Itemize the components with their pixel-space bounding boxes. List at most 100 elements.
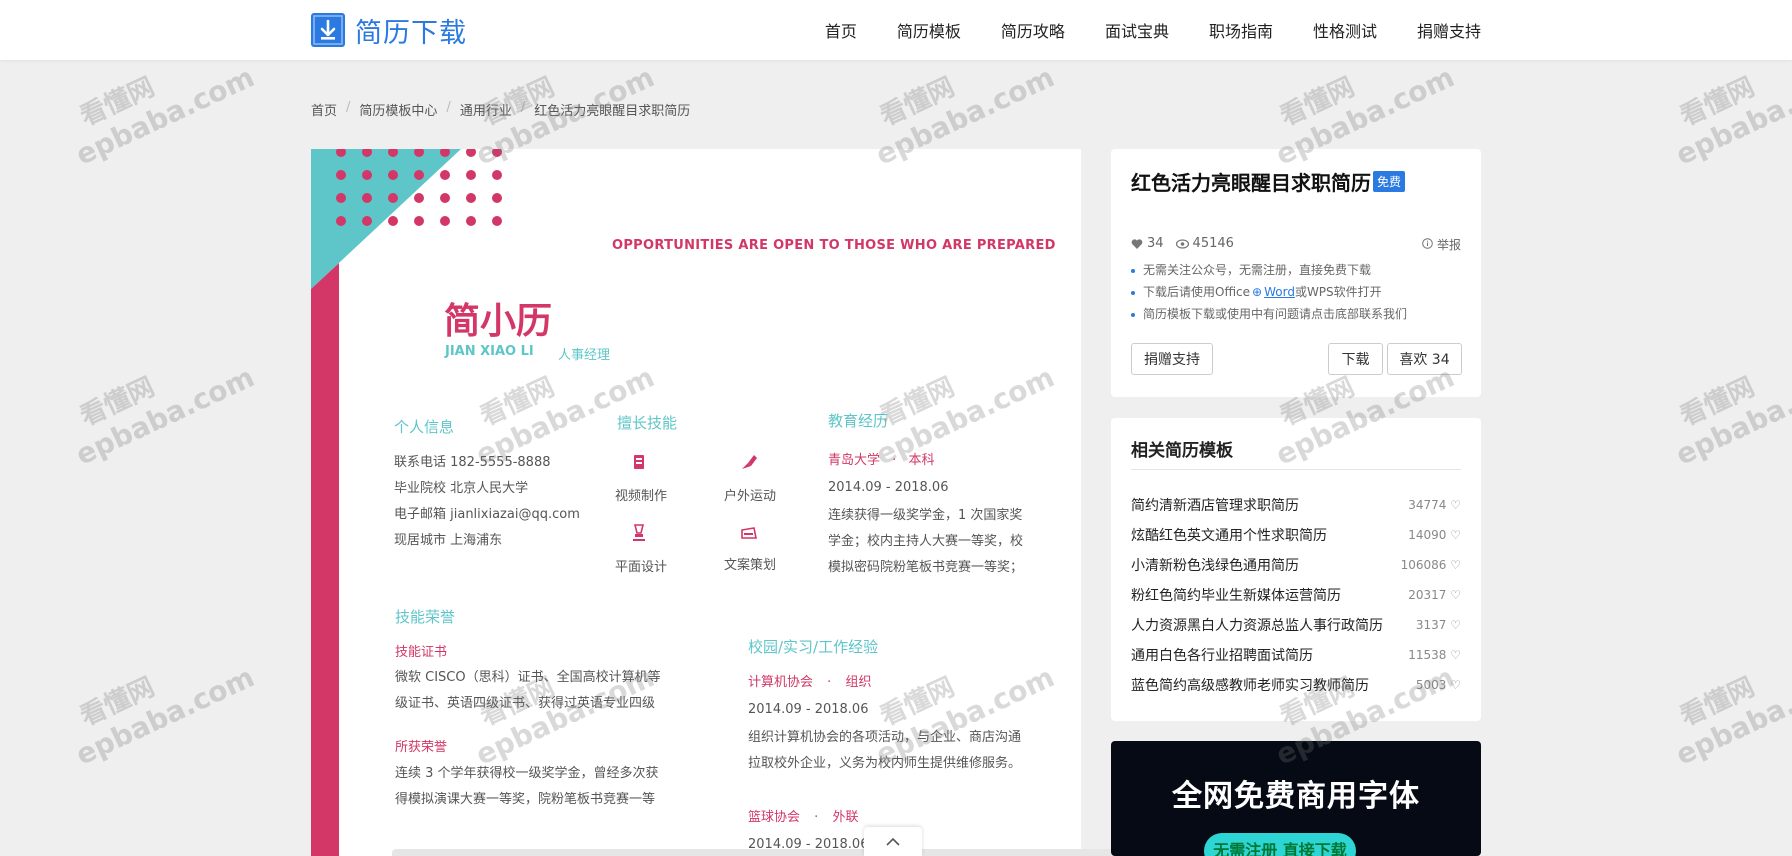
watermark-en: epbaba.com (1670, 360, 1792, 472)
related-item-name: 人力资源黑白人力资源总监人事行政简历 (1131, 618, 1383, 634)
related-item-count: 20317 ♡ (1408, 588, 1461, 602)
template-title-text: 红色活力亮眼醒目求职简历 (1131, 171, 1371, 195)
cert-desc-1: 微软 CISCO（思科）证书、全国高校计算机等 (395, 670, 661, 685)
watermark-cn: 看懂网 (1675, 372, 1760, 433)
related-item-count-value: 34774 (1408, 498, 1447, 512)
cert-title: 技能证书 (395, 645, 448, 660)
template-info-card: 红色活力亮眼醒目求职简历 免费 34 45146 举报 无需关注公众号，无需注册… (1111, 149, 1481, 397)
top-header: 简历下载 首页 简历模板 简历攻略 面试宝典 职场指南 性格测试 捐赠支持 (0, 0, 1792, 60)
skill-label-sport: 户外运动 (723, 489, 776, 504)
related-item-count: 3137 ♡ (1416, 618, 1461, 632)
logo-text: 简历下载 (355, 17, 467, 49)
breadcrumb-separator: / (520, 100, 526, 115)
watermark-cn: 看懂网 (75, 672, 160, 733)
watermark-cn: 看懂网 (75, 372, 160, 433)
report-link[interactable]: 举报 (1422, 236, 1461, 253)
nav-templates[interactable]: 简历模板 (897, 18, 961, 42)
collapse-button[interactable] (864, 827, 922, 856)
experience-role2: 外联 (832, 810, 859, 825)
download-button[interactable]: 下载 (1328, 343, 1383, 375)
tip-item: 下载后请使用Office ⊕ Word或WPS软件打开 (1131, 281, 1407, 303)
donate-button[interactable]: 捐赠支持 (1131, 343, 1213, 375)
breadcrumb-home[interactable]: 首页 (311, 100, 337, 119)
education-title: 教育经历 (828, 412, 889, 430)
nav-personality[interactable]: 性格测试 (1313, 18, 1377, 42)
sport-icon (742, 455, 757, 469)
heart-outline-icon: ♡ (1446, 648, 1461, 662)
experience-dot: · (814, 810, 819, 825)
tip-text: 下载后请使用Office (1143, 285, 1251, 299)
related-item-count: 11538 ♡ (1408, 648, 1461, 662)
skill-label-video: 视频制作 (614, 489, 667, 504)
like-button[interactable]: 喜欢 34 (1387, 343, 1462, 375)
related-title: 相关简历模板 (1131, 441, 1233, 461)
resume-slogan: OPPORTUNITIES ARE OPEN TO THOSE WHO ARE … (612, 238, 1056, 253)
breadcrumb-general[interactable]: 通用行业 (460, 100, 512, 119)
nav-interview[interactable]: 面试宝典 (1105, 18, 1169, 42)
skill-label-copywriting: 文案策划 (723, 558, 776, 573)
breadcrumb: 首页 / 简历模板中心 / 通用行业 / 红色活力亮眼醒目求职简历 (311, 100, 690, 119)
award-desc-2: 得模拟演课大赛一等奖，院粉笔板书竞赛一等 (395, 792, 656, 807)
likes-count: 34 (1147, 236, 1164, 251)
related-item[interactable]: 简约清新酒店管理求职简历 34774 ♡ (1131, 490, 1461, 520)
education-school-line: 青岛大学 · 本科 (828, 449, 934, 468)
award-desc-1: 连续 3 个学年获得校一级奖学金，曾经多次获 (395, 766, 659, 781)
related-item-count-value: 3137 (1415, 618, 1447, 632)
word-link[interactable]: Word (1264, 285, 1295, 299)
report-label: 举报 (1436, 238, 1461, 252)
award-title: 所获荣誉 (395, 740, 448, 755)
video-icon (634, 455, 644, 469)
font-ad-banner[interactable]: 全网免费商用字体 无需注册 直接下载 (1111, 741, 1481, 856)
heart-icon (1131, 238, 1143, 249)
tip-text: 无需关注公众号，无需注册，直接免费下载 (1143, 263, 1372, 277)
cert-desc-2: 级证书、英语四级证书、获得过英语专业四级 (395, 696, 656, 711)
personal-info-email: 电子邮箱 jianlixiazai@qq.com (394, 507, 580, 522)
related-item-count: 34774 ♡ (1408, 498, 1461, 512)
personal-info-phone: 联系电话 182-5555-8888 (394, 455, 551, 470)
resume-position: 人事经理 (558, 348, 611, 363)
related-item[interactable]: 人力资源黑白人力资源总监人事行政简历 3137 ♡ (1131, 610, 1461, 640)
related-item-name: 粉红色简约毕业生新媒体运营简历 (1131, 588, 1341, 604)
related-item-count-value: 14090 (1408, 528, 1447, 542)
experience-org1: 计算机协会 (748, 675, 814, 690)
related-item[interactable]: 蓝色简约高级感教师老师实习教师简历 5003 ♡ (1131, 670, 1461, 700)
personal-info-title: 个人信息 (394, 418, 455, 436)
related-item-name: 小清新粉色浅绿色通用简历 (1131, 558, 1299, 574)
related-item[interactable]: 通用白色各行业招聘面试简历 11538 ♡ (1131, 640, 1461, 670)
watermark-cn: 看懂网 (1675, 672, 1760, 733)
related-item-count-value: 106086 (1400, 558, 1447, 572)
nav-guides[interactable]: 简历攻略 (1001, 18, 1065, 42)
experience-role1: 组织 (845, 675, 872, 690)
nav-donate[interactable]: 捐赠支持 (1417, 18, 1481, 42)
watermark-en: epbaba.com (70, 60, 260, 172)
related-item[interactable]: 炫酷红色英文通用个性求职简历 14090 ♡ (1131, 520, 1461, 550)
personal-info-school: 毕业院校 北京人民大学 (394, 481, 529, 496)
watermark: 看懂网 epbaba.com (1671, 327, 1792, 471)
template-title: 红色活力亮眼醒目求职简历 免费 (1131, 167, 1406, 196)
breadcrumb-template-center[interactable]: 简历模板中心 (359, 100, 437, 119)
watermark-en: epbaba.com (70, 660, 260, 772)
experience-org1-line: 计算机协会 · 组织 (748, 671, 871, 690)
tip-item: 无需关注公众号，无需注册，直接免费下载 (1131, 259, 1407, 281)
eye-icon (1175, 238, 1189, 249)
tip-text: 或WPS软件打开 (1294, 285, 1382, 299)
resume-name-en: JIAN XIAO LI (445, 344, 534, 359)
related-item[interactable]: 小清新粉色浅绿色通用简历 106086 ♡ (1131, 550, 1461, 580)
heart-outline-icon: ♡ (1446, 558, 1461, 572)
divider (1131, 469, 1461, 470)
site-logo[interactable]: 简历下载 (311, 13, 467, 49)
views-count: 45146 (1192, 236, 1234, 251)
heart-outline-icon: ♡ (1446, 588, 1461, 602)
heart-outline-icon: ♡ (1446, 678, 1461, 692)
education-dot: · (892, 453, 897, 468)
nav-career[interactable]: 职场指南 (1209, 18, 1273, 42)
education-desc-2: 学金；校内主持人大赛一等奖，校 (828, 534, 1024, 549)
related-item[interactable]: 粉红色简约毕业生新媒体运营简历 20317 ♡ (1131, 580, 1461, 610)
ad-download-button[interactable]: 无需注册 直接下载 (1204, 833, 1356, 856)
related-item-name: 蓝色简约高级感教师老师实习教师简历 (1131, 678, 1369, 694)
experience-org2: 篮球协会 (748, 810, 801, 825)
skills-title: 擅长技能 (617, 414, 678, 432)
design-icon (633, 524, 645, 541)
honors-title: 技能荣誉 (395, 608, 456, 626)
nav-home[interactable]: 首页 (825, 18, 857, 42)
